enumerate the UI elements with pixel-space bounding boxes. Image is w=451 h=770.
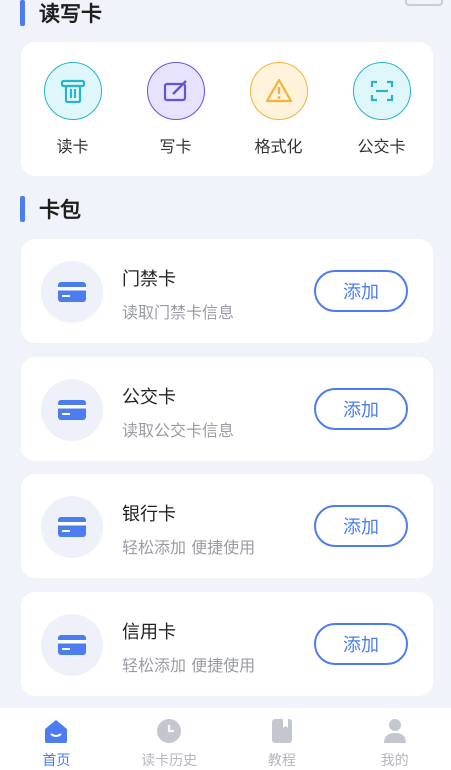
history-clock-icon [157, 719, 182, 743]
write-card-label: 写卡 [159, 137, 192, 156]
section-accent-bar [20, 196, 25, 222]
card-title: 公交卡 [122, 387, 176, 408]
scan-icon [352, 62, 411, 120]
tab-home[interactable]: 首页 [6, 708, 106, 770]
write-card-icon [146, 62, 205, 120]
read-card-action[interactable]: 读卡 [33, 62, 113, 157]
profile-icon [383, 719, 406, 743]
bus-card-label: 公交卡 [357, 137, 406, 156]
add-credit-card-button[interactable]: 添加 [314, 623, 408, 665]
card-title: 银行卡 [122, 504, 176, 525]
read-write-section-title: 读写卡 [20, 0, 102, 28]
add-access-card-button[interactable]: 添加 [314, 270, 408, 312]
bottom-tab-bar: 首页 读卡历史 教程 我的 [0, 708, 451, 770]
bank-card-item: 银行卡 轻松添加 便捷使用 添加 [21, 474, 433, 578]
card-icon [41, 261, 103, 323]
bus-card-item: 公交卡 读取公交卡信息 添加 [21, 357, 433, 461]
tab-history[interactable]: 读卡历史 [119, 708, 219, 770]
home-icon [45, 720, 68, 743]
card-description: 轻松添加 便捷使用 [122, 656, 256, 675]
wallet-title: 卡包 [39, 198, 81, 222]
credit-card-item: 信用卡 轻松添加 便捷使用 添加 [21, 592, 433, 696]
card-description: 读取门禁卡信息 [122, 303, 235, 322]
tab-label: 教程 [267, 753, 296, 769]
card-icon [41, 379, 103, 441]
tutorial-book-icon [271, 719, 292, 743]
section-accent-bar [20, 0, 25, 26]
wallet-section-title: 卡包 [20, 194, 81, 224]
read-card-icon [43, 62, 102, 120]
card-title: 门禁卡 [122, 269, 176, 290]
read-card-label: 读卡 [56, 137, 89, 156]
add-bank-card-button[interactable]: 添加 [314, 505, 408, 547]
access-card-item: 门禁卡 读取门禁卡信息 添加 [21, 239, 433, 343]
tab-label: 首页 [42, 753, 71, 769]
tab-mine[interactable]: 我的 [345, 708, 445, 770]
write-card-action[interactable]: 写卡 [136, 62, 216, 157]
top-right-fragment [405, 0, 443, 6]
format-label: 格式化 [254, 137, 303, 156]
add-bus-card-button[interactable]: 添加 [314, 388, 408, 430]
tab-tutorial[interactable]: 教程 [232, 708, 332, 770]
read-write-card: 读卡 写卡 格式化 公交卡 [21, 42, 433, 176]
format-warning-icon [249, 62, 308, 120]
card-description: 读取公交卡信息 [122, 421, 235, 440]
tab-label: 我的 [380, 753, 409, 769]
card-icon [41, 614, 103, 676]
tab-label: 读卡历史 [141, 753, 198, 769]
read-write-title: 读写卡 [39, 2, 102, 26]
format-action[interactable]: 格式化 [239, 62, 319, 157]
card-icon [41, 496, 103, 558]
card-description: 轻松添加 便捷使用 [122, 538, 256, 557]
bus-card-action[interactable]: 公交卡 [342, 62, 422, 157]
card-title: 信用卡 [122, 622, 176, 643]
